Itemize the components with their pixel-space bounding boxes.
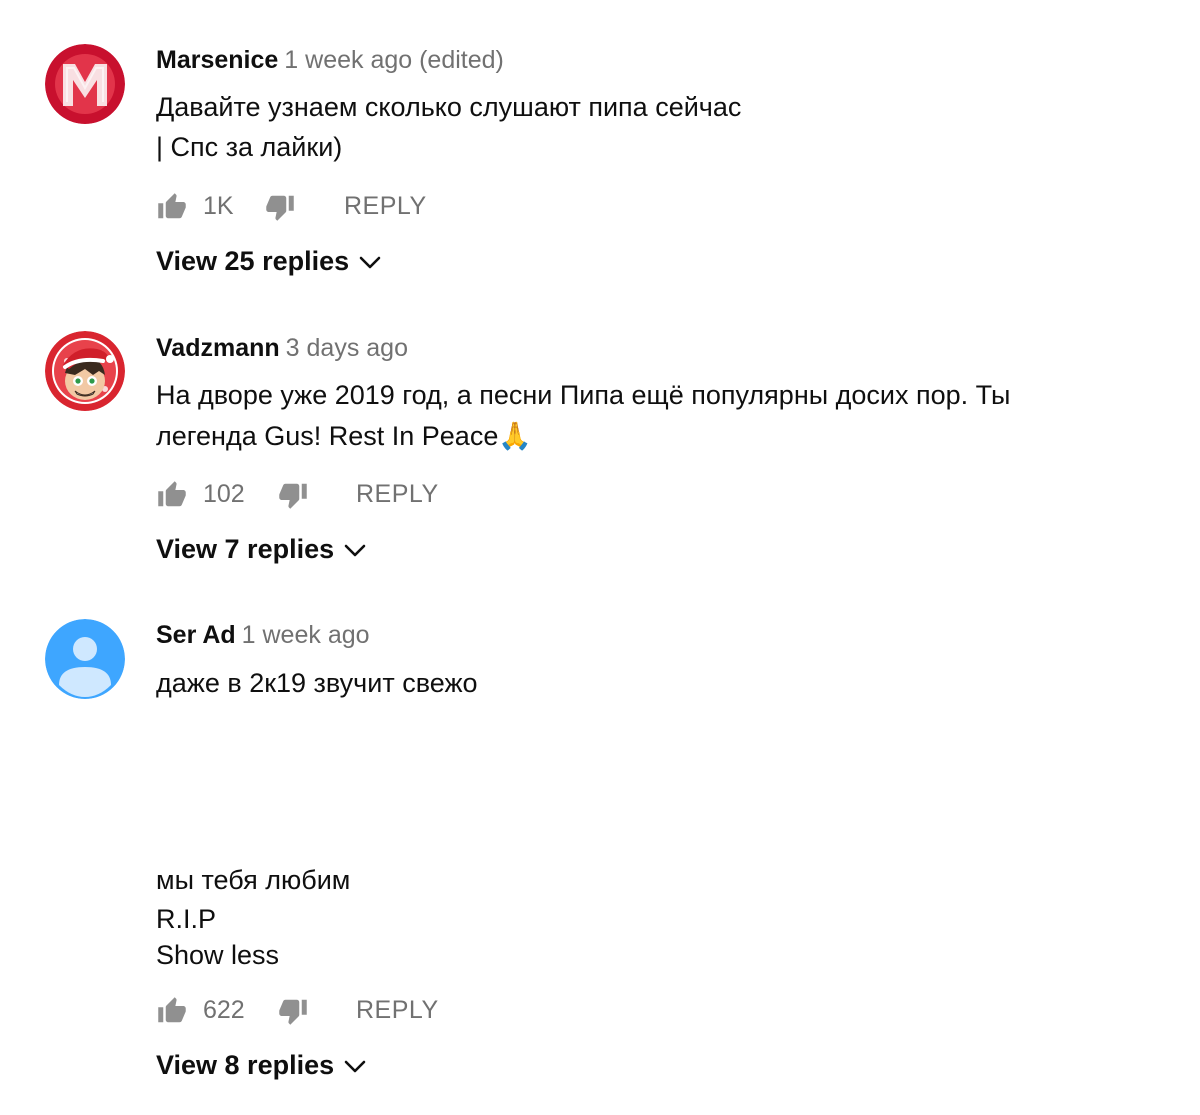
comment-text-line: На дворе уже 2019 год, а песни Пипа ещё … — [156, 380, 1011, 410]
marsenice-avatar-icon — [45, 44, 125, 124]
like-count: 622 — [203, 996, 245, 1024]
thumbs-down-icon[interactable] — [264, 192, 296, 222]
author-name[interactable]: Vadzmann — [156, 334, 280, 362]
comment-text-line: R.I.P — [156, 904, 217, 934]
chevron-down-icon — [344, 544, 366, 558]
thumbs-up-icon[interactable] — [156, 192, 188, 222]
comment-time[interactable]: 3 days ago — [286, 334, 408, 362]
view-replies-label: View 25 replies — [156, 246, 350, 276]
reply-button[interactable]: REPLY — [356, 480, 439, 509]
view-replies-label: View 8 replies — [156, 1050, 335, 1080]
comment-time[interactable]: 1 week ago — [242, 621, 370, 649]
comment-header: Vadzmann 3 days ago — [156, 334, 408, 363]
thumbs-down-icon[interactable] — [277, 480, 309, 510]
avatar[interactable] — [45, 44, 125, 124]
avatar[interactable] — [45, 619, 125, 699]
chevron-down-icon — [344, 1060, 366, 1074]
thumbs-up-icon[interactable] — [156, 996, 188, 1026]
default-user-avatar-icon — [45, 619, 125, 699]
view-replies-button[interactable]: View 8 replies — [156, 1050, 366, 1081]
reply-button[interactable]: REPLY — [356, 996, 439, 1025]
comment-header: Marsenice 1 week ago (edited) — [156, 46, 504, 75]
vadzmann-avatar-icon — [45, 331, 125, 411]
like-count: 1K — [203, 192, 234, 220]
chevron-down-icon — [359, 256, 381, 270]
comment-text-line: даже в 2к19 звучит свежо — [156, 668, 478, 698]
thumbs-up-icon[interactable] — [156, 480, 188, 510]
comment-time[interactable]: 1 week ago (edited) — [284, 46, 504, 74]
comment-text-line: Давайте узнаем сколько слушают пипа сейч… — [156, 92, 742, 122]
view-replies-button[interactable]: View 25 replies — [156, 246, 381, 277]
view-replies-button[interactable]: View 7 replies — [156, 534, 366, 565]
comment-text-line: | Спс за лайки) — [156, 132, 343, 162]
thumbs-down-icon[interactable] — [277, 996, 309, 1026]
author-name[interactable]: Marsenice — [156, 46, 278, 74]
reply-button[interactable]: REPLY — [344, 192, 427, 221]
show-less-button[interactable]: Show less — [156, 940, 279, 971]
comment-text-line: мы тебя любим — [156, 865, 351, 895]
comment-header: Ser Ad 1 week ago — [156, 621, 370, 650]
comment-text-line: легенда Gus! Rest In Peace🙏 — [156, 421, 532, 451]
author-name[interactable]: Ser Ad — [156, 621, 236, 649]
like-count: 102 — [203, 480, 245, 508]
view-replies-label: View 7 replies — [156, 534, 335, 564]
avatar[interactable] — [45, 331, 125, 411]
